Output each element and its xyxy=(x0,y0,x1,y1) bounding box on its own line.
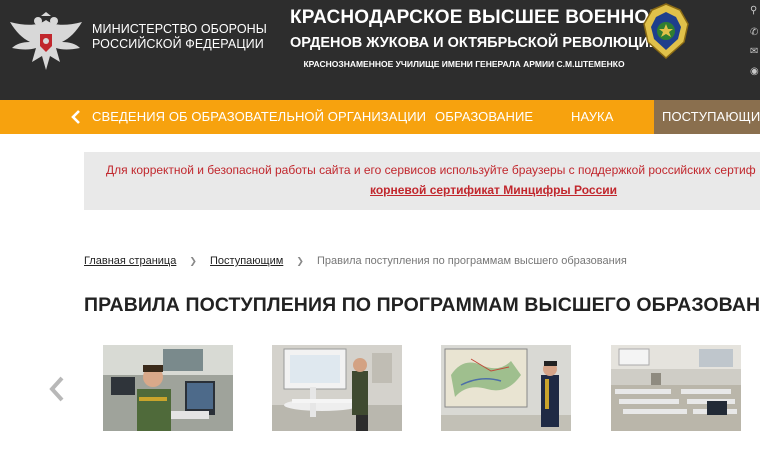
ministry-line-2: РОССИЙСКОЙ ФЕДЕРАЦИИ xyxy=(92,37,264,51)
root-certificate-link[interactable]: корневой сертификат Минцифры России xyxy=(370,183,617,197)
chevron-right-icon: ❯ xyxy=(296,256,304,266)
school-title-line-3: КРАСНОЗНАМЕННОЕ УЧИЛИЩЕ ИМЕНИ ГЕНЕРАЛА А… xyxy=(303,59,625,69)
breadcrumb-home[interactable]: Главная страница xyxy=(84,255,176,267)
mail-icon[interactable]: ✉ xyxy=(750,47,758,57)
nav-item-education[interactable]: ОБРАЗОВАНИЕ xyxy=(435,100,533,134)
chevron-left-icon[interactable] xyxy=(68,108,84,126)
main-nav: СВЕДЕНИЯ ОБ ОБРАЗОВАТЕЛЬНОЙ ОРГАНИЗАЦИИ … xyxy=(0,100,760,134)
notice-text: Для корректной и безопасной работы сайта… xyxy=(106,163,756,177)
breadcrumb-current: Правила поступления по программам высшег… xyxy=(316,255,627,267)
gallery-image-3[interactable] xyxy=(441,345,571,431)
ministry-name[interactable]: МИНИСТЕРСТВО ОБОРОНЫ РОССИЙСКОЙ ФЕДЕРАЦИ… xyxy=(92,22,267,52)
school-title: КРАСНОДАРСКОЕ ВЫСШЕЕ ВОЕННОЕ ОРДЕНОВ ЖУК… xyxy=(290,6,663,71)
double-headed-eagle-emblem-icon[interactable] xyxy=(8,12,84,74)
eye-icon[interactable]: ◉ xyxy=(750,67,759,77)
site-header: МИНИСТЕРСТВО ОБОРОНЫ РОССИЙСКОЙ ФЕДЕРАЦИ… xyxy=(0,0,760,100)
school-title-line-1: КРАСНОДАРСКОЕ ВЫСШЕЕ ВОЕННОЕ xyxy=(290,7,663,28)
gallery-image-4[interactable] xyxy=(611,345,741,431)
chevron-right-icon: ❯ xyxy=(189,256,197,266)
gallery-image-1[interactable] xyxy=(103,345,233,431)
certificate-notice: Для корректной и безопасной работы сайта… xyxy=(84,152,760,210)
nav-item-science[interactable]: НАУКА xyxy=(571,100,614,134)
school-title-line-2: ОРДЕНОВ ЖУКОВА И ОКТЯБРЬСКОЙ РЕВОЛЮЦИИ xyxy=(290,35,660,51)
gallery-image-2[interactable] xyxy=(272,345,402,431)
page-title: ПРАВИЛА ПОСТУПЛЕНИЯ ПО ПРОГРАММАМ ВЫСШЕГ… xyxy=(84,294,760,316)
ministry-line-1: МИНИСТЕРСТВО ОБОРОНЫ xyxy=(92,22,267,36)
breadcrumb: Главная страница ❯ Поступающим ❯ Правила… xyxy=(84,255,627,267)
search-icon[interactable]: ⚲ xyxy=(750,6,757,16)
nav-item-organization-info[interactable]: СВЕДЕНИЯ ОБ ОБРАЗОВАТЕЛЬНОЙ ОРГАНИЗАЦИИ xyxy=(92,100,426,134)
breadcrumb-applicants[interactable]: Поступающим xyxy=(210,255,283,267)
phone-icon[interactable]: ✆ xyxy=(750,28,758,38)
school-badge-icon xyxy=(643,3,689,60)
utility-icons: ⚲ ✆ ✉ ◉ xyxy=(746,0,760,100)
gallery-prev-arrow-icon[interactable] xyxy=(46,374,68,404)
nav-item-applicants[interactable]: ПОСТУПАЮЩИМ xyxy=(654,100,760,134)
